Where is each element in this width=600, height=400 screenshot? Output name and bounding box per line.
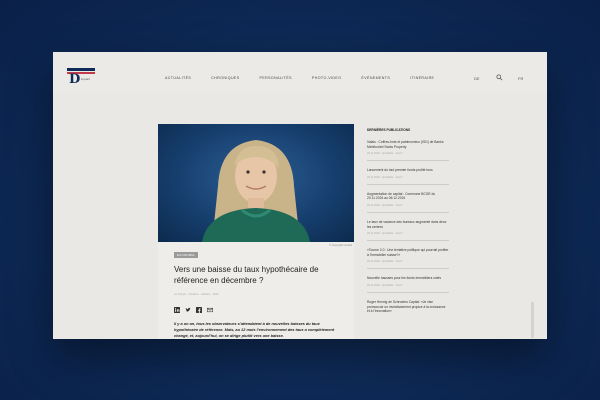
- category-tag[interactable]: ECONOMIE: [174, 252, 198, 258]
- main-nav: ACTUALITÉS CHRONIQUES PERSONALITÉS PHOTO…: [165, 76, 454, 80]
- list-item[interactable]: Augmentation de capital : Commune BCGE d…: [367, 192, 449, 213]
- portrait-illustration: [202, 140, 310, 242]
- search-icon[interactable]: [496, 74, 503, 81]
- list-item-title[interactable]: Nouvelle hausses pour les fonds immobili…: [367, 276, 449, 281]
- logo-bar-navy: [67, 68, 95, 71]
- list-item-meta: 26.11.2023 · Actualités · Ouvrir: [367, 260, 403, 264]
- list-item[interactable]: Valais : Coffres-forts et patrimonieux (…: [367, 140, 449, 162]
- list-item-meta: 26.11.2023 · Actualités · Ouvrir: [367, 203, 403, 207]
- list-item-meta: 26.11.2023 · Actualités · Ouvrir: [367, 175, 403, 179]
- list-item-meta: 26.11.2023 · Actualités · Ouvrir: [367, 232, 403, 236]
- sidebar-heading: DERNIÈRES PUBLICATIONS: [367, 128, 411, 132]
- site-header: D impact ACTUALITÉS CHRONIQUES PERSONALI…: [53, 52, 547, 92]
- twitter-icon[interactable]: [185, 307, 191, 313]
- list-item-title[interactable]: «Tourne 2.0 : Une tentative politique qu…: [367, 248, 449, 257]
- photo-credit: © Copyright Limited: [329, 244, 352, 247]
- article-title: Vers une baisse du taux hypothécaire de …: [174, 265, 319, 285]
- list-item[interactable]: Lancement du tout premier fonds profité …: [367, 168, 449, 185]
- list-item-title[interactable]: Le taux de vacance des bureaux augmenté …: [367, 220, 449, 229]
- language-switch[interactable]: FR: [518, 76, 523, 81]
- nav-item-chroniques[interactable]: CHRONIQUES: [211, 76, 239, 80]
- list-item[interactable]: Nouvelle hausses pour les fonds immobili…: [367, 276, 449, 293]
- list-item-title[interactable]: Augmentation de capital : Commune BCGE d…: [367, 192, 449, 201]
- browser-window: D impact ACTUALITÉS CHRONIQUES PERSONALI…: [53, 52, 547, 339]
- page-content: © Copyright Limited ECONOMIE Vers une ba…: [53, 92, 547, 339]
- article-hero-image: [158, 124, 354, 242]
- header-de-link[interactable]: DE: [474, 76, 480, 81]
- list-item-meta: 26.11.2023 · Actualités · Ouvrir: [367, 152, 403, 156]
- article-lead: Il y a un an, tous les observateurs s’at…: [174, 321, 335, 338]
- latest-publications-sidebar: DERNIÈRES PUBLICATIONS Valais : Coffres-…: [367, 128, 449, 314]
- list-item[interactable]: «Tourne 2.0 : Une tentative politique qu…: [367, 248, 449, 270]
- nav-item-personalites[interactable]: PERSONALITÉS: [260, 76, 292, 80]
- facebook-icon[interactable]: [196, 307, 202, 313]
- email-icon[interactable]: [207, 307, 213, 313]
- article-card: © Copyright Limited ECONOMIE Vers une ba…: [158, 124, 354, 339]
- nav-item-evenements[interactable]: ÉVÉNEMENTS: [361, 76, 390, 80]
- site-logo[interactable]: D impact: [67, 68, 97, 86]
- article-meta: Le Temps · Octobre · Articles · 2023: [174, 292, 219, 296]
- nav-item-actualites[interactable]: ACTUALITÉS: [165, 76, 191, 80]
- list-item-meta: 26.11.2023 · Actualités · Ouvrir: [367, 283, 403, 287]
- linkedin-icon[interactable]: [174, 307, 180, 313]
- list-item[interactable]: Le taux de vacance des bureaux augmenté …: [367, 220, 449, 242]
- nav-item-photo-video[interactable]: PHOTO-VIDEO: [312, 76, 342, 80]
- list-item-extra[interactable]: Roger Hennig de Schroders Capital: «Je v…: [367, 300, 449, 314]
- logo-letter: D: [69, 72, 81, 87]
- logo-subtext: impact: [81, 77, 90, 81]
- scrollbar[interactable]: [531, 302, 534, 338]
- list-item-title[interactable]: Valais : Coffres-forts et patrimonieux (…: [367, 140, 449, 149]
- list-item-title[interactable]: Lancement du tout premier fonds profité …: [367, 168, 449, 173]
- nav-item-itineraire[interactable]: ITINÉRAIRE: [410, 76, 434, 80]
- share-buttons: [174, 307, 213, 313]
